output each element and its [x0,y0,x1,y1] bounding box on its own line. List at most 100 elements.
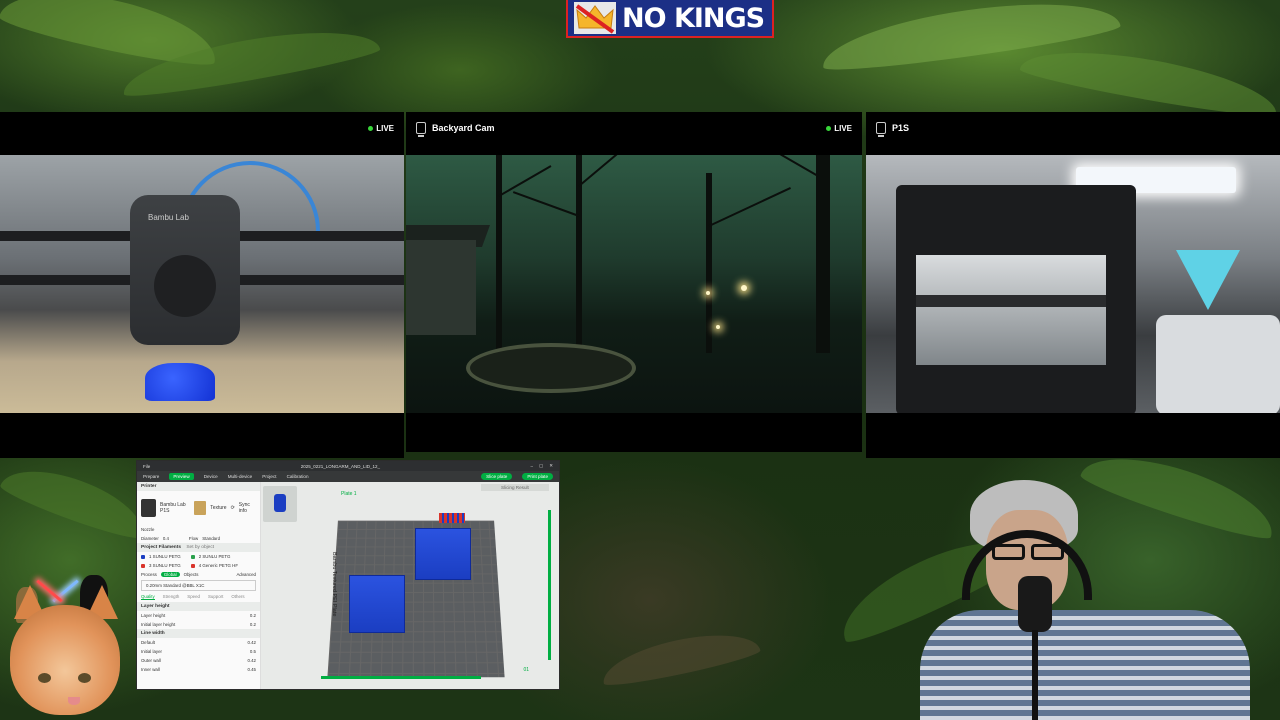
printer-enclosure [896,185,1136,413]
filament-section-label: Project Filaments [141,545,181,550]
microphone-icon [1018,576,1052,632]
camera-header: LIVE [0,112,404,144]
live-label: LIVE [834,123,852,133]
yard-light [706,291,710,295]
tab-preview[interactable]: Preview [169,473,194,480]
layer-slider[interactable] [548,510,551,660]
cat-nose [68,697,80,705]
sync-icon[interactable]: ⟳ [231,505,235,511]
yard-light [716,325,720,329]
webcam-streamer [900,480,1280,720]
slice-plate-button[interactable]: Slice plate [481,473,513,480]
setting-label: Layer height [141,613,166,618]
white-bin [1156,315,1280,413]
process-row: Process Global Objects Advanced [137,570,260,579]
camera-feed-p1s [866,155,1280,413]
object-thumbnail[interactable] [263,486,297,522]
menu-file[interactable]: File [143,464,150,469]
camera-panel-p1s[interactable]: P1S [866,112,1280,458]
enclosure-bar [916,295,1106,307]
tab-speed[interactable]: Speed [187,594,200,600]
filament-name: 3 SUNLU PETG [149,563,181,568]
camera-panel-printer[interactable]: LIVE Bambu Lab [0,112,404,458]
tree [496,155,502,353]
yard-light [741,285,747,291]
filament-row[interactable]: 3 SUNLU PETG 4 Generic PETG HF [137,561,260,570]
tab-others[interactable]: Others [231,594,244,600]
close-icon[interactable]: ✕ [549,463,553,469]
process-preset-select[interactable]: 0.20mm Standard @BBL X1C [141,580,256,591]
striped-shirt [920,610,1250,720]
diameter-value[interactable]: 0.4 [163,536,169,541]
camera-icon [416,122,426,137]
filament-color-swatch [190,554,195,559]
tab-device[interactable]: Device [204,474,218,479]
setting-value[interactable]: 0.42 [247,658,256,663]
blue-printed-part [145,363,215,401]
printer-toolhead: Bambu Lab [130,195,240,345]
cat-overlay [0,575,134,720]
house [406,240,476,335]
setting-label: Inner wall [141,667,160,672]
flow-value[interactable]: Standard [202,536,220,541]
tab-calibration[interactable]: Calibration [287,474,309,479]
live-dot-icon [826,125,832,131]
setting-row: Initial layer 0.5 [137,647,260,656]
global-toggle[interactable]: Global [160,572,180,577]
setting-label: Initial layer [141,649,162,654]
setting-value[interactable]: 0.2 [250,613,256,618]
camera-name: P1S [892,123,910,133]
setting-value[interactable]: 0.45 [247,667,256,672]
setting-label: Default [141,640,155,645]
print-plate-button[interactable]: Print plate [522,473,553,480]
glasses [992,544,1064,560]
filament-name: 1 SUNLU PETG [149,554,181,559]
printed-object-lid[interactable] [415,528,471,580]
camera-header: Backyard Cam LIVE [406,112,862,144]
printer-section-title: Printer [137,482,260,491]
cat-face [10,605,120,715]
toolhead-label: Bambu Lab [148,213,189,222]
tab-strength[interactable]: Strength [163,594,180,600]
printed-object-box[interactable] [349,575,405,633]
filament-tag[interactable]: Set by object [186,545,214,550]
advanced-toggle[interactable]: Advanced [236,572,256,577]
enclosure-window [916,255,1106,365]
setting-value[interactable]: 0.2 [250,622,256,627]
slicer-3d-canvas[interactable]: Slicing Result Plate 1 Bambu Textured PE… [261,482,559,689]
slicer-window[interactable]: File 2025_0221_LONGARM_AND_LID_12_ – ▢ ✕… [136,460,560,690]
setting-value[interactable]: 0.42 [247,640,256,645]
filament-name: 4 Generic PETG HF [198,563,239,568]
objects-toggle[interactable]: Objects [184,572,199,577]
tab-prepare[interactable]: Prepare [143,474,159,479]
live-dot-icon [368,125,374,131]
maximize-icon[interactable]: ▢ [539,463,543,469]
minimize-icon[interactable]: – [530,464,533,469]
printer-selector[interactable]: Bambu Lab P1S Texture ⟳ Sync info [141,494,256,522]
camera-name: Backyard Cam [432,123,495,133]
filament-row[interactable]: 1 SUNLU PETG 2 SUNLU PETG [137,552,260,561]
camera-panel-backyard[interactable]: Backyard Cam LIVE [406,112,862,452]
tab-multi-device[interactable]: Multi-device [228,474,253,479]
slicer-tabs: Prepare Preview Device Multi-device Proj… [137,471,559,482]
tab-project[interactable]: Project [262,474,276,479]
setting-row: Initial layer height 0.2 [137,620,260,629]
move-slider[interactable] [321,676,481,679]
banner-text: NO KINGS [622,2,765,34]
layer-height-section: Layer height [137,602,260,611]
tree [706,173,712,353]
filament-color-swatch [141,554,145,559]
filament-section-title: Project Filaments Set by object [137,543,260,552]
filament-color-swatch [190,563,195,568]
camera-feed-printer-interior: Bambu Lab [0,155,404,413]
live-label: LIVE [376,123,394,133]
setting-value[interactable]: 0.5 [250,649,256,654]
tab-quality[interactable]: Quality [141,594,155,600]
process-tabs: Quality Strength Speed Support Others [137,592,260,602]
tab-support[interactable]: Support [208,594,223,600]
preset-name: 0.20mm Standard @BBL X1C [146,583,205,588]
setting-label: Initial layer height [141,622,176,627]
plate-type-icon[interactable] [194,501,207,515]
process-label: Process [141,572,157,577]
camera-icon [876,122,886,137]
